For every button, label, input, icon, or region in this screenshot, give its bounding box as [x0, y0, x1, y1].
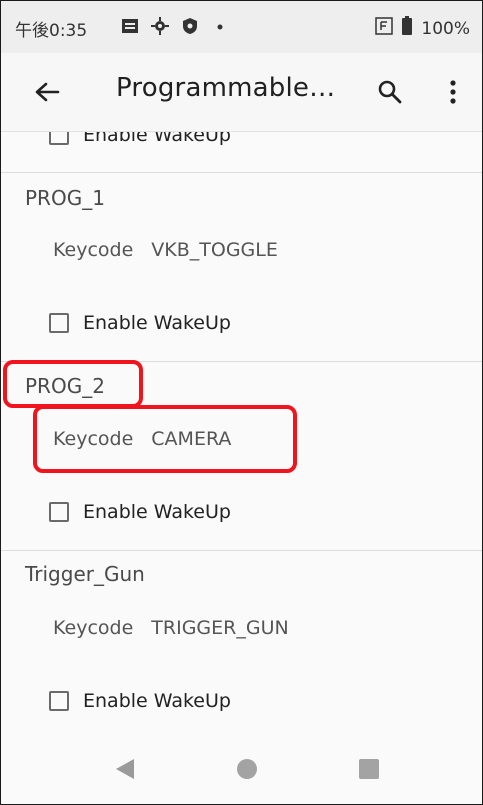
- keycode-row-trigger-gun[interactable]: Keycode TRIGGER_GUN: [53, 617, 289, 639]
- more-vertical-icon: [450, 80, 456, 104]
- search-icon: [378, 80, 402, 104]
- home-circle-icon[interactable]: [237, 759, 257, 779]
- back-triangle-icon[interactable]: [116, 759, 134, 779]
- dot-icon: [211, 17, 229, 35]
- page-title: Programmable…: [116, 73, 336, 103]
- keycode-value: VKB_TOGGLE: [151, 239, 278, 261]
- divider: [1, 172, 482, 173]
- status-icons: [121, 17, 229, 35]
- f-box-icon: [375, 17, 394, 40]
- keycode-value: TRIGGER_GUN: [151, 617, 289, 639]
- recents-square-icon[interactable]: [359, 759, 379, 779]
- app-bar: Programmable…: [1, 53, 482, 132]
- keycode-label: Keycode: [53, 239, 134, 261]
- gallery-icon: [121, 17, 139, 35]
- enable-wakeup-checkbox[interactable]: [49, 313, 69, 333]
- section-title-trigger-gun: Trigger_Gun: [25, 562, 145, 586]
- enable-wakeup-row[interactable]: Enable WakeUp: [49, 132, 231, 146]
- enable-wakeup-row-prog2[interactable]: Enable WakeUp: [49, 501, 231, 523]
- phone-screen: 午後0:35 100% Programmable… Enable WakeUp …: [0, 0, 483, 805]
- checkbox-label: Enable WakeUp: [83, 501, 231, 523]
- navigation-bar: [1, 738, 482, 804]
- keycode-label: Keycode: [53, 617, 134, 639]
- checkbox-label: Enable WakeUp: [83, 132, 231, 146]
- divider: [1, 550, 482, 551]
- shield-icon: [181, 17, 199, 35]
- battery-icon: [401, 16, 413, 41]
- section-title-prog1: PROG_1: [25, 186, 105, 210]
- checkbox-label: Enable WakeUp: [83, 690, 231, 712]
- more-options-button[interactable]: [441, 75, 465, 109]
- checkbox-label: Enable WakeUp: [83, 312, 231, 334]
- enable-wakeup-checkbox[interactable]: [49, 691, 69, 711]
- battery-percent: 100%: [421, 18, 470, 39]
- enable-wakeup-row-trigger-gun[interactable]: Enable WakeUp: [49, 690, 231, 712]
- enable-wakeup-row-prog1[interactable]: Enable WakeUp: [49, 312, 231, 334]
- settings-list[interactable]: Enable WakeUp PROG_1 Keycode VKB_TOGGLE …: [1, 132, 482, 738]
- keycode-row-prog1[interactable]: Keycode VKB_TOGGLE: [53, 239, 278, 261]
- enable-wakeup-checkbox[interactable]: [49, 502, 69, 522]
- status-time: 午後0:35: [15, 21, 88, 41]
- highlight-box-title: [3, 360, 143, 408]
- enable-wakeup-checkbox[interactable]: [49, 132, 69, 145]
- status-right: 100%: [375, 16, 470, 41]
- search-button[interactable]: [373, 75, 407, 109]
- arrow-left-icon: [35, 82, 60, 102]
- status-bar: 午後0:35 100%: [1, 1, 482, 53]
- settings-icon: [151, 17, 169, 35]
- back-button[interactable]: [29, 74, 65, 110]
- highlight-box-keycode: [33, 405, 297, 473]
